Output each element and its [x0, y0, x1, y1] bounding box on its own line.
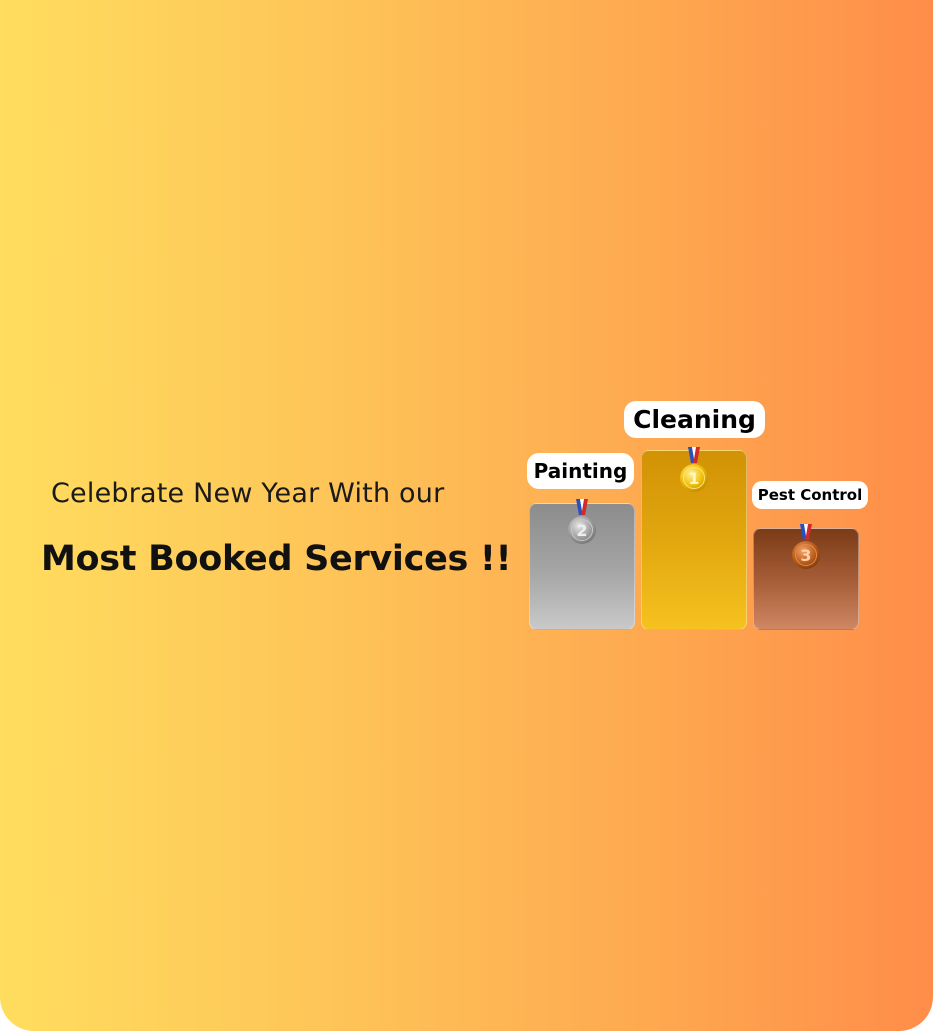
- podium-second-label: Painting: [527, 453, 634, 489]
- silver-medal-rank: 2: [576, 521, 587, 540]
- gold-medal-rank: 1: [688, 469, 699, 488]
- headline-subtitle: Celebrate New Year With our: [51, 478, 445, 509]
- headline-title: Most Booked Services !!: [41, 539, 512, 579]
- promo-banner: Celebrate New Year With our Most Booked …: [0, 0, 933, 1031]
- podium-first-label: Cleaning: [624, 401, 765, 438]
- gold-medal-icon: 1: [678, 447, 710, 497]
- podium-third-label: Pest Control: [752, 481, 868, 509]
- bronze-medal-icon: 3: [790, 524, 822, 574]
- silver-medal-icon: 2: [566, 499, 598, 549]
- bronze-medal-rank: 3: [800, 546, 811, 565]
